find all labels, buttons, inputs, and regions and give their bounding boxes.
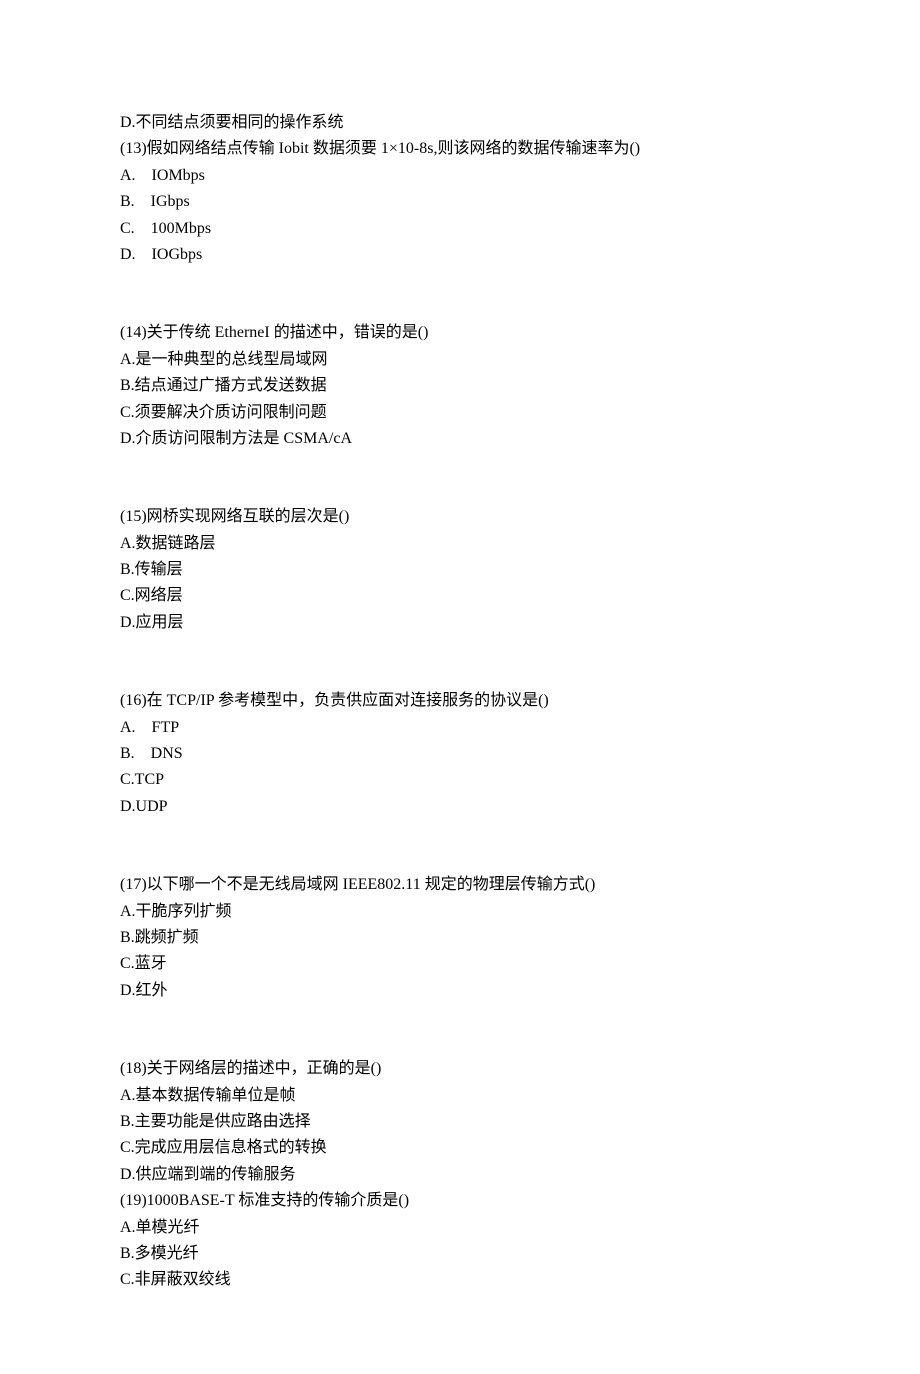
text-line: C.网络层	[120, 583, 800, 609]
text-line: D.应用层	[120, 610, 800, 636]
text-line: C.非屏蔽双绞线	[120, 1267, 800, 1293]
text-line: B. IGbps	[120, 189, 800, 215]
text-line: D.UDP	[120, 794, 800, 820]
document-page: D.不同结点须要相同的操作系统 (13)假如网络结点传输 Iobit 数据须要 …	[0, 0, 920, 1374]
text-line: C. 100Mbps	[120, 216, 800, 242]
text-line: B.跳频扩频	[120, 925, 800, 951]
text-line: D. IOGbps	[120, 242, 800, 268]
blank-gap	[120, 1004, 800, 1056]
text-line: B.多模光纤	[120, 1241, 800, 1267]
text-line: (18)关于网络层的描述中，正确的是()	[120, 1056, 800, 1082]
text-line: B.传输层	[120, 557, 800, 583]
text-line: D.介质访问限制方法是 CSMA/cA	[120, 426, 800, 452]
text-line: A. FTP	[120, 715, 800, 741]
text-line: (16)在 TCP/IP 参考模型中，负责供应面对连接服务的协议是()	[120, 688, 800, 714]
text-line: B. DNS	[120, 741, 800, 767]
text-line: B.结点通过广播方式发送数据	[120, 373, 800, 399]
blank-gap	[120, 268, 800, 320]
text-line: A.基本数据传输单位是帧	[120, 1083, 800, 1109]
text-line: (15)网桥实现网络互联的层次是()	[120, 504, 800, 530]
text-line: A. IOMbps	[120, 163, 800, 189]
blank-gap	[120, 820, 800, 872]
blank-gap	[120, 452, 800, 504]
text-line: (17)以下哪一个不是无线局域网 IEEE802.11 规定的物理层传输方式()	[120, 872, 800, 898]
blank-gap	[120, 636, 800, 688]
text-line: A.单模光纤	[120, 1215, 800, 1241]
text-line: A.是一种典型的总线型局域网	[120, 347, 800, 373]
text-line: D.不同结点须要相同的操作系统	[120, 110, 800, 136]
text-line: D.红外	[120, 978, 800, 1004]
text-line: C.完成应用层信息格式的转换	[120, 1135, 800, 1161]
text-line: C.TCP	[120, 767, 800, 793]
text-line: B.主要功能是供应路由选择	[120, 1109, 800, 1135]
text-line: C.须要解决介质访问限制问题	[120, 400, 800, 426]
text-line: A.数据链路层	[120, 531, 800, 557]
text-line: A.干脆序列扩频	[120, 899, 800, 925]
text-line: (19)1000BASE-T 标准支持的传输介质是()	[120, 1188, 800, 1214]
text-line: (14)关于传统 EtherneI 的描述中，错误的是()	[120, 320, 800, 346]
text-line: C.蓝牙	[120, 951, 800, 977]
text-line: (13)假如网络结点传输 Iobit 数据须要 1×10-8s,则该网络的数据传…	[120, 136, 800, 162]
text-line: D.供应端到端的传输服务	[120, 1162, 800, 1188]
